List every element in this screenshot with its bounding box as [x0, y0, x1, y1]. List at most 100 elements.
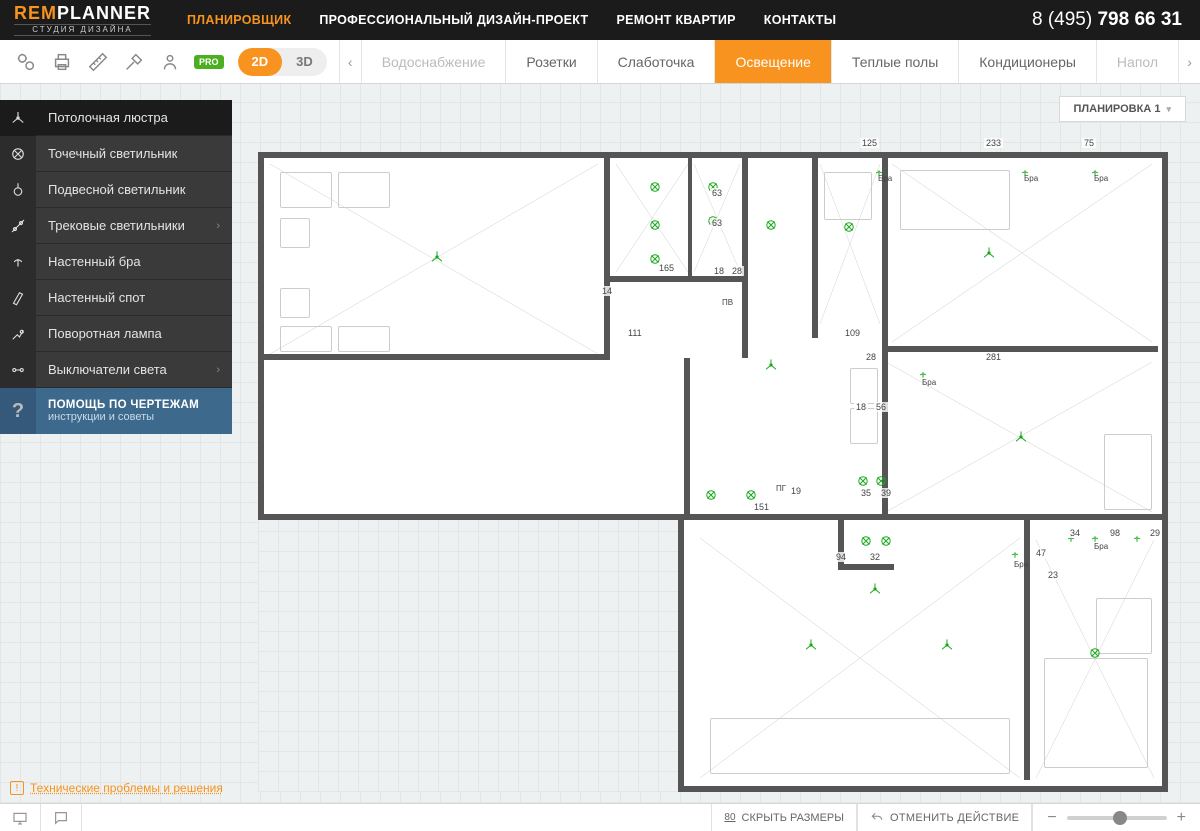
dimension-label: 35: [859, 488, 873, 498]
logo[interactable]: REMPLANNER СТУДИЯ ДИЗАЙНА: [0, 4, 165, 36]
spotlight-icon: [0, 136, 36, 172]
ceiling-light-icon[interactable]: [764, 358, 778, 372]
layout-dropdown[interactable]: ПЛАНИРОВКА 1: [1059, 96, 1186, 122]
footer: 80 СКРЫТЬ РАЗМЕРЫ ОТМЕНИТЬ ДЕЙСТВИЕ − +: [0, 803, 1200, 831]
measure-icon[interactable]: [80, 44, 116, 80]
ceiling-light-icon[interactable]: [868, 582, 882, 596]
floorplan[interactable]: 6363165141111828109282811856353915119943…: [258, 152, 1168, 792]
dimension-label: 98: [1108, 528, 1122, 538]
spot-light-icon[interactable]: [856, 474, 870, 488]
sidebar-item-track[interactable]: Трековые светильники ›: [0, 208, 232, 244]
spot-light-icon[interactable]: [879, 534, 893, 548]
sidebar-help-sub: инструкции и советы: [48, 411, 199, 423]
tab-lighting[interactable]: Освещение: [714, 40, 830, 83]
spot-light-icon[interactable]: [648, 180, 662, 194]
tab-ac[interactable]: Кондиционеры: [958, 40, 1096, 83]
zoom-in[interactable]: +: [1177, 809, 1186, 827]
dimension-label: 32: [868, 552, 882, 562]
hide-dims-button[interactable]: 80 СКРЫТЬ РАЗМЕРЫ: [711, 804, 857, 831]
dimension-label: 39: [879, 488, 893, 498]
toolbar: PRO 2D 3D ‹ Водоснабжение Розетки Слабот…: [0, 40, 1200, 84]
sidebar-item-label: Настенный спот: [36, 290, 232, 305]
sidebar-item-label: Выключатели света: [36, 362, 216, 377]
tools-icon[interactable]: [116, 44, 152, 80]
ceiling-light-icon[interactable]: [982, 246, 996, 260]
dimension-label: 125: [860, 138, 879, 148]
bra-sidebar-icon: [0, 244, 36, 280]
sidebar-item-label: Настенный бра: [36, 254, 232, 269]
help-icon: ?: [0, 388, 36, 434]
sidebar-item-label: Потолочная люстра: [36, 110, 232, 125]
nav-renovation[interactable]: РЕМОНТ КВАРТИР: [616, 13, 735, 27]
sidebar-item-label: Поворотная лампа: [36, 326, 232, 341]
ceiling-light-icon[interactable]: [804, 638, 818, 652]
phone-number: 8 (495) 798 66 31: [1032, 9, 1182, 31]
view-2d[interactable]: 2D: [238, 48, 283, 76]
zoom-control: − +: [1032, 804, 1200, 831]
ceiling-light-icon[interactable]: [940, 638, 954, 652]
sidebar-item-chandelier[interactable]: Потолочная люстра: [0, 100, 232, 136]
pendant-icon: [0, 172, 36, 208]
sidebar-item-swivel[interactable]: Поворотная лампа: [0, 316, 232, 352]
chevron-right-icon: ›: [216, 364, 232, 376]
ceiling-light-icon[interactable]: [1014, 430, 1028, 444]
chat-icon[interactable]: [41, 804, 82, 831]
bra-icon[interactable]: [1130, 532, 1144, 546]
tech-issues-link[interactable]: ! Технические проблемы и решения: [10, 781, 223, 795]
tab-heatedfloor[interactable]: Теплые полы: [831, 40, 958, 83]
fixture-label: Бра: [922, 378, 936, 387]
pro-badge[interactable]: PRO: [194, 55, 224, 69]
present-icon[interactable]: [0, 804, 41, 831]
sidebar-item-pendant[interactable]: Подвесной светильник: [0, 172, 232, 208]
dimension-label: 34: [1068, 528, 1082, 538]
dimension-label: 28: [864, 352, 878, 362]
app-header: REMPLANNER СТУДИЯ ДИЗАЙНА ПЛАНИРОВЩИК ПР…: [0, 0, 1200, 40]
sidebar-item-label: Трековые светильники: [36, 218, 216, 233]
fixture-label: ПГ: [776, 484, 786, 493]
zoom-slider[interactable]: [1067, 816, 1167, 820]
zoom-out[interactable]: −: [1047, 809, 1056, 827]
spot-light-icon[interactable]: [842, 220, 856, 234]
dimension-label: 109: [843, 328, 862, 338]
tab-floor[interactable]: Напол: [1096, 40, 1178, 83]
nav-pro-design[interactable]: ПРОФЕССИОНАЛЬНЫЙ ДИЗАЙН-ПРОЕКТ: [319, 13, 588, 27]
spot-light-icon[interactable]: [744, 488, 758, 502]
sidebar-item-bra[interactable]: Настенный бра: [0, 244, 232, 280]
nav-planner[interactable]: ПЛАНИРОВЩИК: [187, 13, 291, 27]
sidebar-help-title: ПОМОЩЬ ПО ЧЕРТЕЖАМ: [48, 399, 199, 411]
dimension-label: 75: [1082, 138, 1096, 148]
dimension-label: 18: [854, 402, 868, 412]
worker-icon[interactable]: [152, 44, 188, 80]
tabs-prev[interactable]: ‹: [339, 40, 361, 83]
sidebar-item-label: Подвесной светильник: [36, 182, 232, 197]
spot-light-icon[interactable]: [874, 474, 888, 488]
dimension-label: 111: [626, 328, 644, 338]
warning-icon: !: [10, 781, 24, 795]
fixture-label: Бра: [1094, 174, 1108, 183]
tab-lowvolt[interactable]: Слаботочка: [597, 40, 715, 83]
sidebar-item-wallspot[interactable]: Настенный спот: [0, 280, 232, 316]
dimension-label: 23: [1046, 570, 1060, 580]
settings-icon[interactable]: [8, 44, 44, 80]
spot-light-icon[interactable]: [648, 218, 662, 232]
ceiling-light-icon[interactable]: [430, 250, 444, 264]
tab-water[interactable]: Водоснабжение: [361, 40, 506, 83]
spot-light-icon[interactable]: [704, 488, 718, 502]
spot-light-icon[interactable]: [1088, 646, 1102, 660]
dimension-label: 18: [712, 266, 726, 276]
chandelier-icon: [0, 100, 36, 136]
dimension-label: 28: [730, 266, 744, 276]
view-3d[interactable]: 3D: [282, 48, 327, 76]
sidebar-item-switches[interactable]: Выключатели света ›: [0, 352, 232, 388]
print-icon[interactable]: [44, 44, 80, 80]
nav-contacts[interactable]: КОНТАКТЫ: [764, 13, 836, 27]
sidebar-item-spotlight[interactable]: Точечный светильник: [0, 136, 232, 172]
swivel-icon: [0, 316, 36, 352]
sidebar-help[interactable]: ? ПОМОЩЬ ПО ЧЕРТЕЖАМ инструкции и советы: [0, 388, 232, 434]
tab-sockets[interactable]: Розетки: [505, 40, 596, 83]
tabs-next[interactable]: ›: [1178, 40, 1200, 83]
undo-button[interactable]: ОТМЕНИТЬ ДЕЙСТВИЕ: [857, 804, 1032, 831]
spot-light-icon[interactable]: [859, 534, 873, 548]
fixture-label: Бра: [1094, 542, 1108, 551]
spot-light-icon[interactable]: [764, 218, 778, 232]
